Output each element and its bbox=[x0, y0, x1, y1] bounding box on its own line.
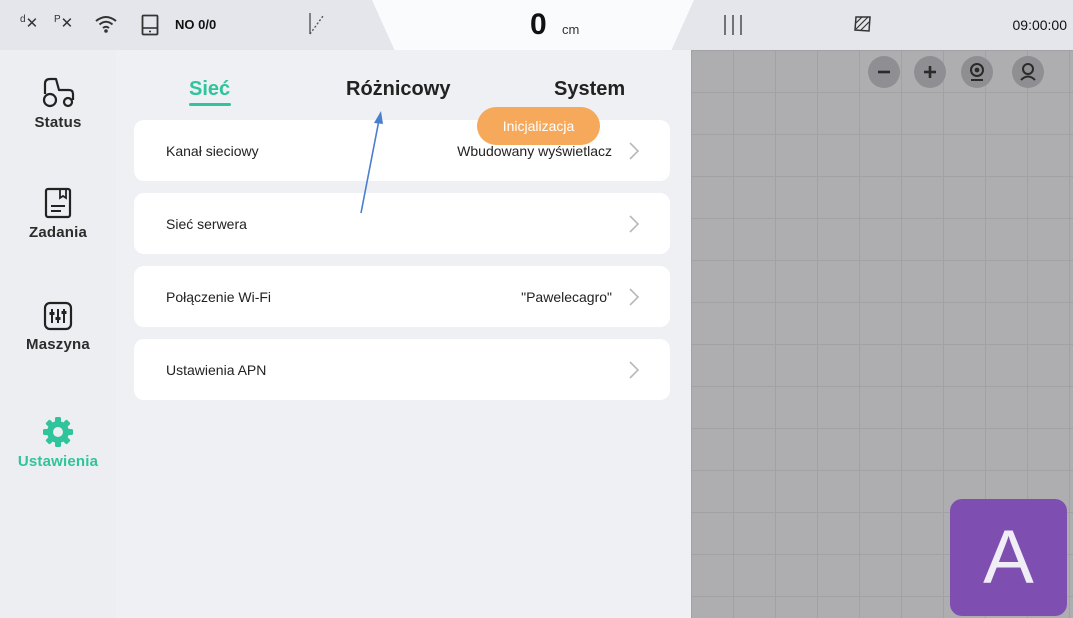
tractor-icon bbox=[42, 77, 75, 108]
field-boundary-icon bbox=[854, 16, 871, 32]
row-label: Połączenie Wi-Fi bbox=[166, 289, 272, 305]
user-location-button[interactable] bbox=[1012, 56, 1044, 88]
section-bars-icon bbox=[724, 15, 742, 35]
mode-badge[interactable]: A bbox=[950, 499, 1067, 616]
tab-system[interactable]: System bbox=[554, 78, 625, 101]
wifi-icon bbox=[95, 16, 117, 33]
annotation-arrow bbox=[360, 111, 383, 214]
settings-row-server-network[interactable]: Sieć serwera bbox=[134, 193, 670, 254]
locate-button[interactable] bbox=[961, 56, 993, 88]
sidebar-item-zadania[interactable]: Zadania bbox=[0, 186, 116, 241]
row-value: Wbudowany wyświetlacz bbox=[457, 143, 612, 159]
settings-row-apn[interactable]: Ustawienia APN bbox=[134, 339, 670, 400]
heading-line-icon bbox=[309, 13, 324, 35]
zoom-out-icon bbox=[878, 70, 890, 74]
tab-siec[interactable]: Sieć bbox=[189, 78, 230, 101]
toast-message: Inicjalizacja bbox=[477, 107, 600, 145]
diff-signal-indicator: d✕ bbox=[20, 14, 38, 32]
task-list-icon bbox=[44, 187, 72, 219]
sidebar-item-label: Zadania bbox=[28, 224, 88, 241]
no-signal-icon: ✕ bbox=[25, 15, 39, 32]
row-value: "Pawelecagro" bbox=[521, 289, 612, 305]
active-tab-underline bbox=[189, 103, 231, 106]
sidebar-item-ustawienia[interactable]: Ustawienia bbox=[0, 415, 116, 470]
chevron-right-icon bbox=[629, 361, 640, 379]
device-icon bbox=[141, 14, 159, 36]
row-label: Ustawienia APN bbox=[166, 362, 267, 378]
locate-icon bbox=[970, 63, 984, 81]
zoom-in-button[interactable] bbox=[914, 56, 946, 88]
distance-value: 0 bbox=[530, 8, 547, 41]
sliders-icon bbox=[43, 301, 73, 331]
pos-signal-indicator: P✕ bbox=[54, 14, 73, 32]
zoom-out-button[interactable] bbox=[868, 56, 900, 88]
distance-unit: cm bbox=[562, 22, 580, 37]
row-label: Sieć serwera bbox=[166, 216, 247, 232]
chevron-right-icon bbox=[629, 142, 640, 160]
sidebar-item-label: Status bbox=[34, 114, 82, 131]
line-counter: NO 0/0 bbox=[175, 17, 217, 32]
sidebar-item-status[interactable]: Status bbox=[0, 76, 116, 131]
status-bar: d✕ P✕ NO 0/0 0 cm 09:00:00 bbox=[0, 0, 1073, 50]
sidebar-item-label: Maszyna bbox=[26, 336, 90, 353]
clock: 09:00:00 bbox=[1012, 17, 1068, 33]
pos-indicator-label: P bbox=[54, 14, 61, 25]
chevron-right-icon bbox=[629, 288, 640, 306]
user-location-icon bbox=[1020, 63, 1036, 81]
tab-roznicowy[interactable]: Różnicowy bbox=[346, 78, 450, 101]
no-signal-icon: ✕ bbox=[60, 15, 74, 32]
sidebar-item-maszyna[interactable]: Maszyna bbox=[0, 300, 116, 353]
sidebar: Status Zadania Maszyna Ustawienia bbox=[0, 50, 116, 618]
zoom-in-icon bbox=[924, 66, 936, 78]
row-label: Kanał sieciowy bbox=[166, 143, 259, 159]
settings-row-wifi[interactable]: Połączenie Wi-Fi "Pawelecagro" bbox=[134, 266, 670, 327]
chevron-right-icon bbox=[629, 215, 640, 233]
sidebar-item-label: Ustawienia bbox=[17, 453, 99, 470]
gear-icon bbox=[43, 417, 73, 447]
